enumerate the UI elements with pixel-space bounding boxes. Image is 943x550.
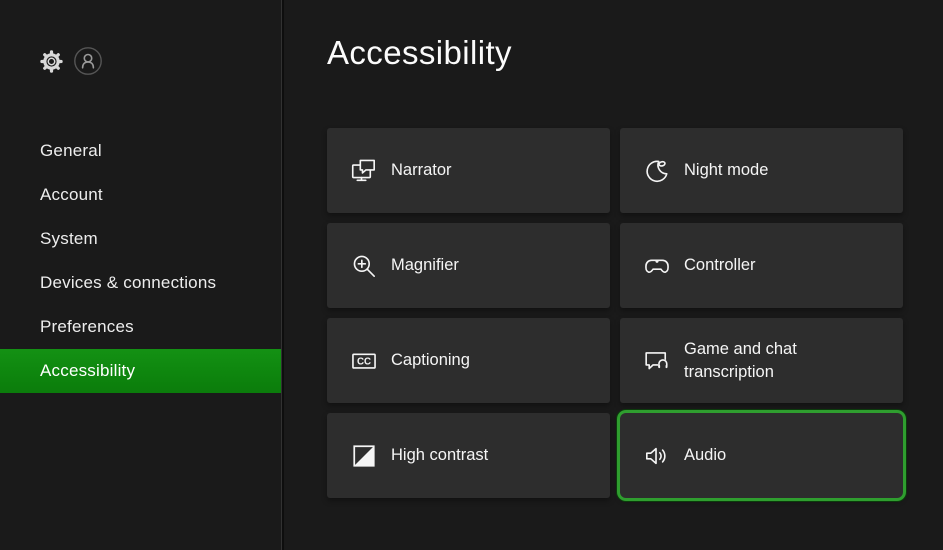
tile-night-mode[interactable]: Night mode [620, 128, 903, 213]
tile-label: Magnifier [391, 254, 459, 276]
narrator-icon [351, 158, 377, 184]
xbox-settings-screen: General Account System Devices & connect… [0, 0, 943, 550]
high-contrast-icon [351, 443, 377, 469]
tile-label: Captioning [391, 349, 470, 371]
sidebar-item-account[interactable]: Account [0, 173, 281, 217]
tile-label: High contrast [391, 444, 488, 466]
captioning-icon: CC [351, 348, 377, 374]
tile-game-chat-transcription[interactable]: Game and chat transcription [620, 318, 903, 403]
sidebar-top-icons [39, 46, 103, 76]
tile-narrator[interactable]: Narrator [327, 128, 610, 213]
sidebar-item-accessibility[interactable]: Accessibility [0, 349, 281, 393]
sidebar-item-preferences[interactable]: Preferences [0, 305, 281, 349]
tile-captioning[interactable]: CC Captioning [327, 318, 610, 403]
profile-icon[interactable] [73, 46, 103, 76]
main-content: Accessibility Narrator [284, 0, 943, 550]
svg-text:CC: CC [357, 356, 371, 367]
tile-high-contrast[interactable]: High contrast [327, 413, 610, 498]
controller-icon [644, 253, 670, 279]
tile-label: Narrator [391, 159, 452, 181]
tile-magnifier[interactable]: Magnifier [327, 223, 610, 308]
sidebar-menu: General Account System Devices & connect… [0, 129, 281, 393]
sidebar-item-system[interactable]: System [0, 217, 281, 261]
page-title: Accessibility [327, 34, 512, 72]
tile-label: Audio [684, 444, 726, 466]
sidebar: General Account System Devices & connect… [0, 0, 281, 550]
tile-audio[interactable]: Audio [620, 413, 903, 498]
sidebar-item-devices[interactable]: Devices & connections [0, 261, 281, 305]
sidebar-item-general[interactable]: General [0, 129, 281, 173]
game-chat-transcription-icon [644, 348, 670, 374]
tile-label: Night mode [684, 159, 768, 181]
settings-gear-icon[interactable] [39, 49, 64, 74]
audio-icon [644, 443, 670, 469]
tile-label: Game and chat transcription [684, 338, 874, 383]
tile-controller[interactable]: Controller [620, 223, 903, 308]
tile-label: Controller [684, 254, 756, 276]
magnifier-icon [351, 253, 377, 279]
tile-grid: Narrator Night mode [327, 128, 903, 498]
night-mode-icon [644, 158, 670, 184]
